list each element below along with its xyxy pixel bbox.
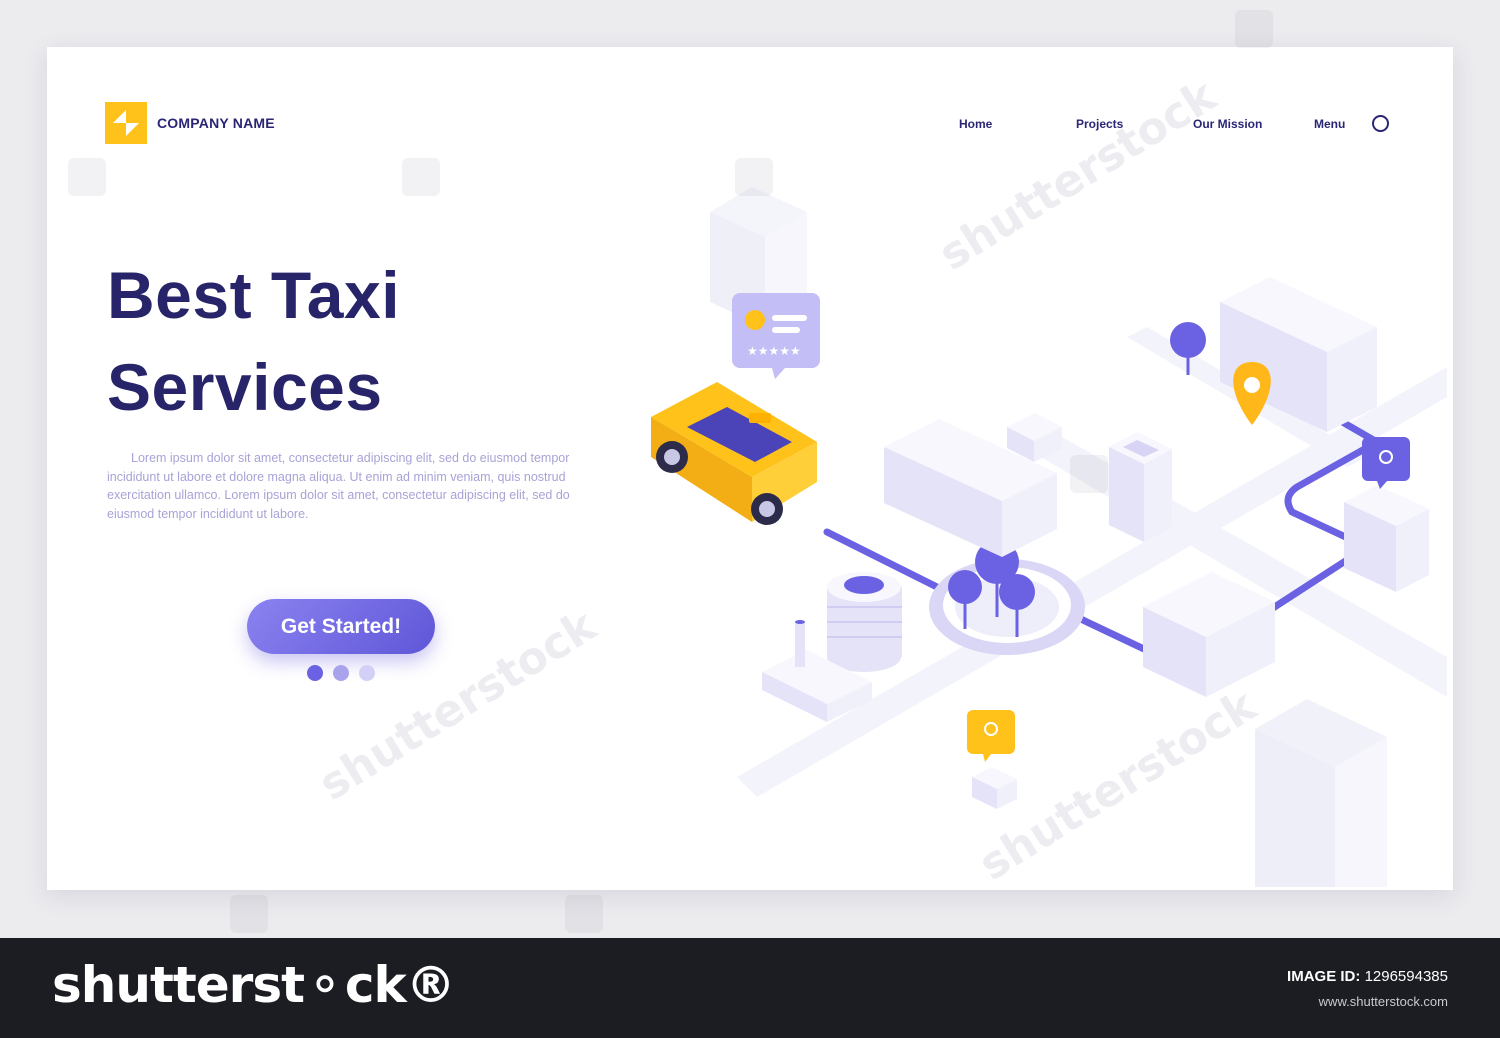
company-name: COMPANY NAME [157,115,275,131]
city-map-illustration: ★★★★★ [651,187,1447,887]
faded-building-bottom [1255,699,1387,887]
roundabout-park [929,540,1085,655]
get-started-button[interactable]: Get Started! [247,599,435,654]
round-tower [827,572,902,672]
image-id-value: 1296594385 [1364,968,1448,985]
title-line-1: Best Taxi [107,258,401,332]
image-id: IMAGE ID: 1296594385 [1287,968,1448,985]
landing-page-card: COMPANY NAME Home Projects Our Mission M… [47,47,1453,890]
building-center-bottom [1143,572,1275,697]
review-bubble-icon: ★★★★★ [732,293,820,379]
location-bubble-icon [967,710,1015,762]
stock-site-url: www.shutterstock.com [1318,994,1448,1009]
location-bubble-icon-right [1362,437,1410,489]
stock-brand-logo: shutterst⚬ck® [52,956,456,1014]
small-house [972,767,1017,809]
logo-icon[interactable] [105,102,147,144]
pagination-dot-2[interactable] [333,665,349,681]
pagination-dot-1[interactable] [307,665,323,681]
stock-footer-bar: shutterst⚬ck® IMAGE ID: 1296594385 www.s… [0,938,1500,1038]
page-title: Best Taxi Services [107,249,400,433]
title-line-2: Services [107,350,383,424]
building-right-mid [1344,485,1429,592]
svg-text:★★★★★: ★★★★★ [747,344,801,358]
pagination-dot-3[interactable] [359,665,375,681]
watermark-mark [1235,10,1273,48]
watermark-mark [565,895,603,933]
watermark-mark [230,895,268,933]
hero-description: Lorem ipsum dolor sit amet, consectetur … [107,451,570,521]
image-id-label: IMAGE ID: [1287,968,1361,985]
office-building-long [884,413,1062,557]
office-tower [1109,432,1172,542]
taxi-car-icon [651,382,817,525]
